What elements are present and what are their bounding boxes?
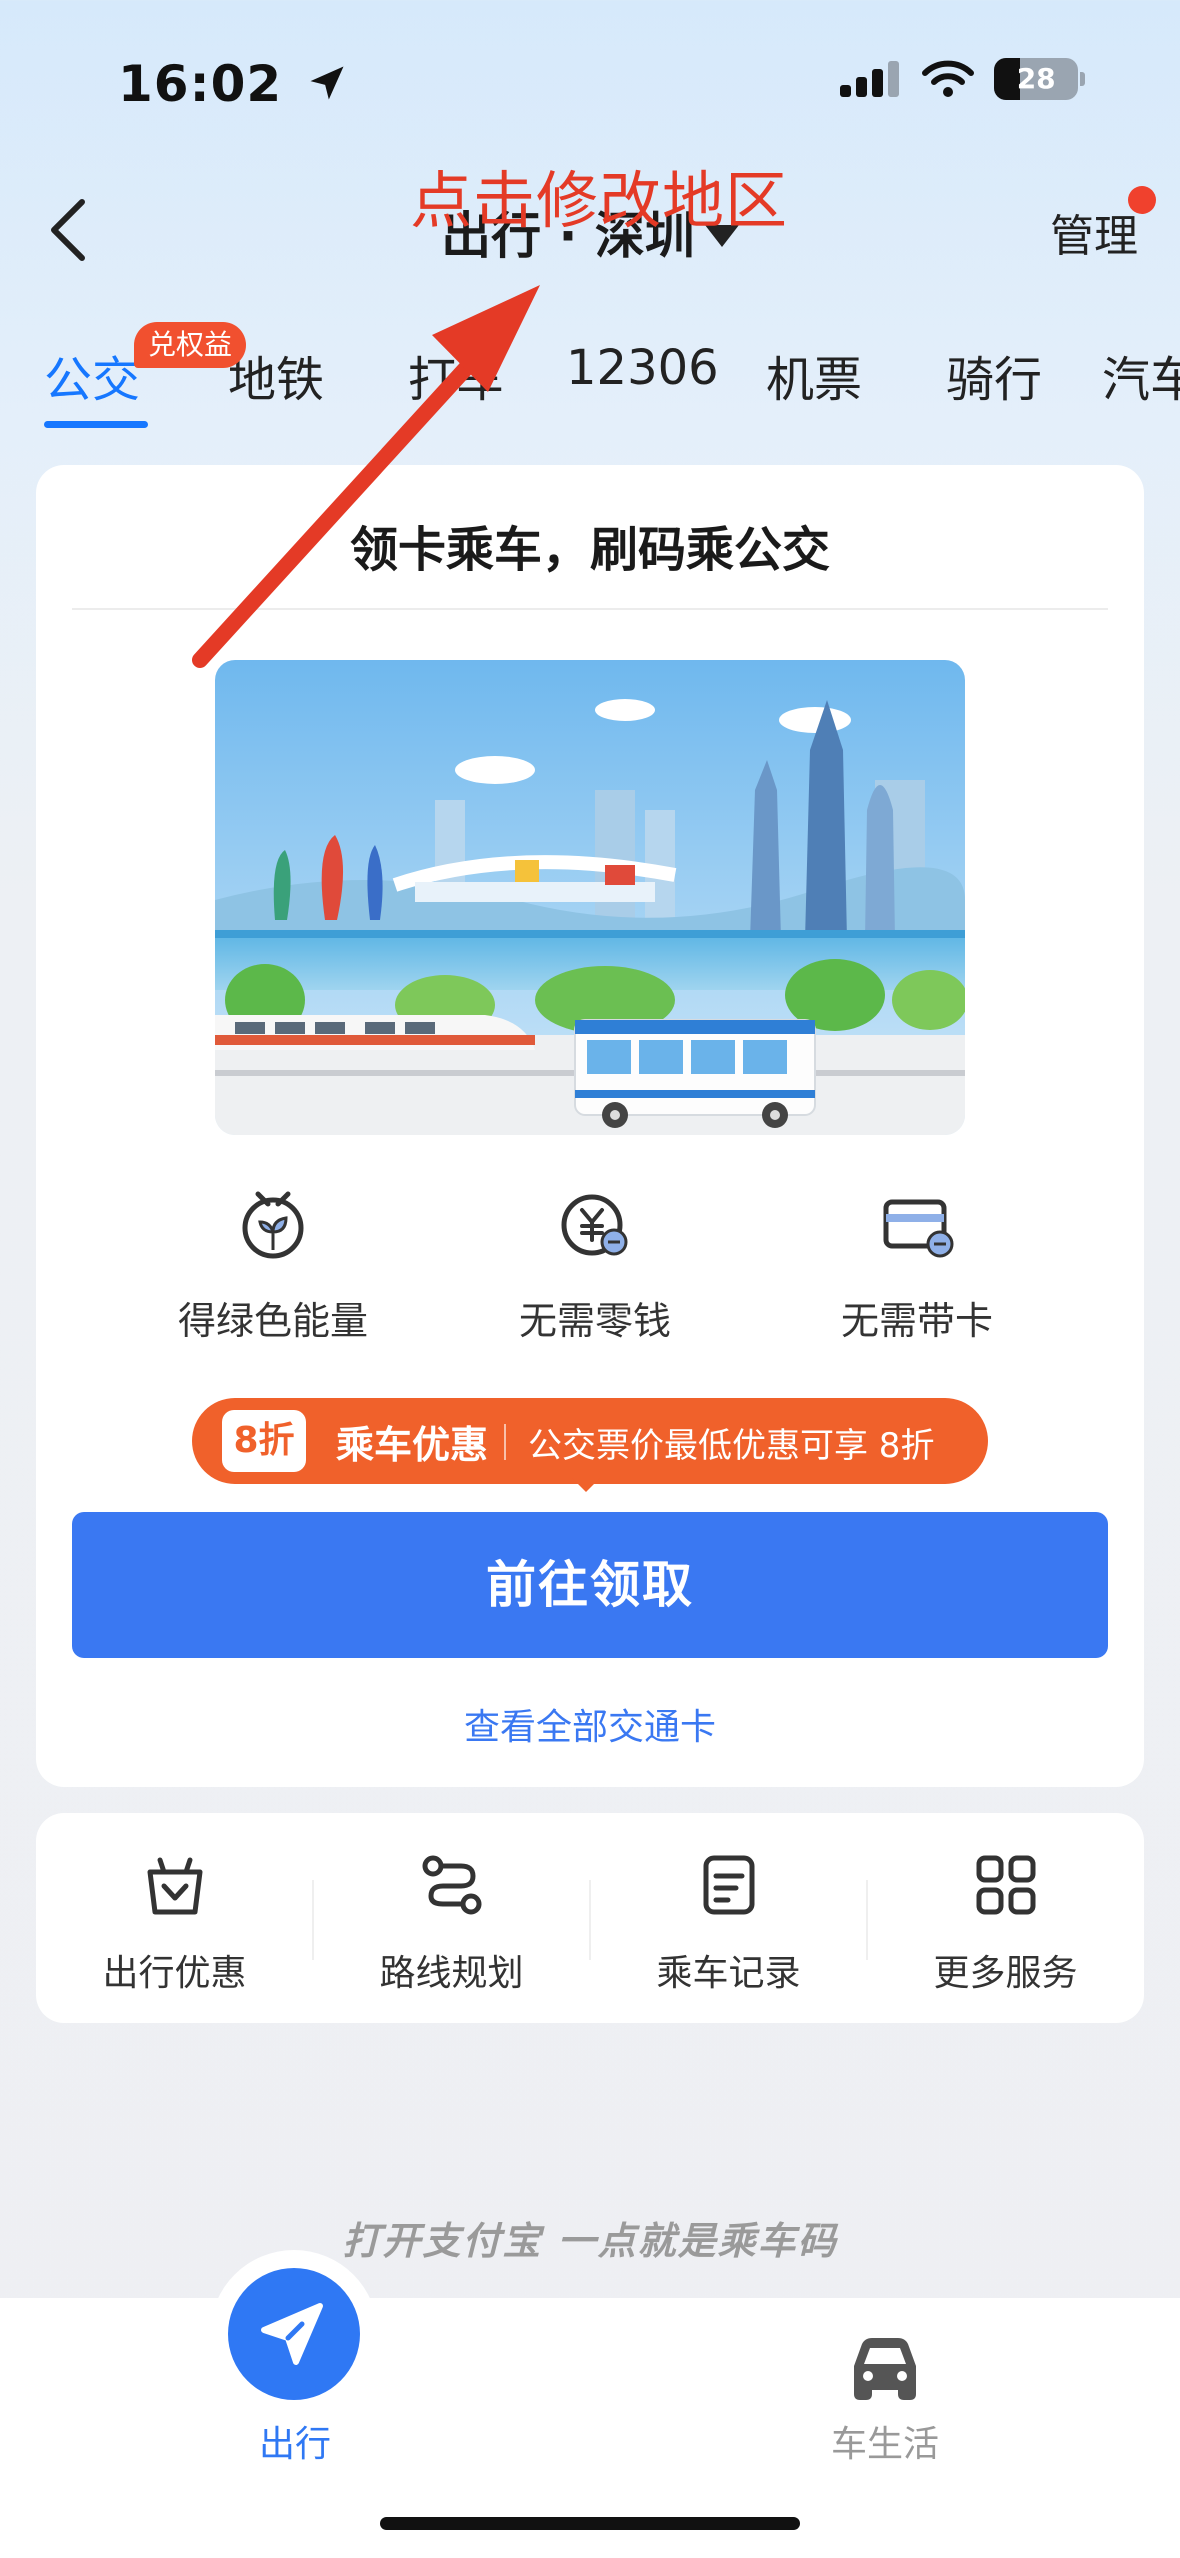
yuan-coin-icon — [561, 1194, 628, 1256]
feature-label: 无需零钱 — [518, 1299, 671, 1343]
promo-description: 公交票价最低优惠可享 8折 — [528, 1426, 935, 1466]
nav-travel-label[interactable]: 出行 — [230, 2415, 360, 2467]
green-energy-icon — [242, 1191, 304, 1259]
feature-label: 得绿色能量 — [177, 1299, 368, 1343]
location-arrow-icon — [310, 66, 344, 100]
annotation-label: 点击修改地区 — [410, 164, 789, 237]
service-label: 路线规划 — [379, 1953, 524, 1994]
nav-travel-button[interactable] — [228, 2268, 360, 2400]
notification-dot — [1128, 186, 1156, 214]
feature-no-change: 无需零钱 — [445, 1180, 745, 1345]
tab-taxi[interactable]: 打车 — [408, 340, 504, 410]
service-route-planning[interactable]: 路线规划 — [313, 1850, 590, 1996]
slogan: 打开支付宝 一点就是乘车码 — [342, 2219, 838, 2263]
feature-no-card: 无需带卡 — [767, 1180, 1067, 1345]
tab-flight[interactable]: 机票 — [766, 340, 862, 410]
active-tab-indicator — [44, 421, 148, 428]
promo-banner[interactable]: 8折 乘车优惠 公交票价最低优惠可享 8折 — [192, 1398, 988, 1484]
get-card-button[interactable]: 前往领取 — [72, 1512, 1108, 1658]
view-all-cards-link[interactable]: 查看全部交通卡 — [36, 1698, 1144, 1750]
nav-car-button[interactable] — [840, 2330, 930, 2410]
wifi-icon — [922, 60, 975, 97]
service-ride-records[interactable]: 乘车记录 — [590, 1850, 867, 1996]
promo-title: 乘车优惠 — [336, 1423, 489, 1467]
service-travel-deals[interactable]: 出行优惠 — [36, 1850, 313, 1996]
status-icons: 28 — [840, 58, 1180, 100]
route-icon — [422, 1855, 481, 1915]
service-more[interactable]: 更多服务 — [867, 1850, 1144, 1996]
nav-car-label[interactable]: 车生活 — [820, 2415, 950, 2467]
service-label: 乘车记录 — [656, 1953, 801, 1994]
record-doc-icon — [703, 1855, 754, 1915]
status-time: 16:02 — [118, 55, 349, 113]
card-divider — [72, 608, 1108, 610]
battery-icon: 28 — [994, 58, 1086, 100]
promo-pointer — [572, 1478, 600, 1492]
city-transit-illustration — [215, 660, 965, 1135]
gift-bag-icon — [147, 1857, 202, 1915]
battery-level: 28 — [1016, 62, 1056, 95]
manage-button[interactable]: 管理 — [1050, 200, 1138, 264]
service-label: 出行优惠 — [102, 1953, 247, 1994]
tab-badge: 兑权益 — [134, 322, 247, 368]
feature-green-energy: 得绿色能量 — [123, 1180, 423, 1345]
tab-bus[interactable]: 公交 — [44, 340, 140, 410]
paper-plane-icon — [261, 2303, 323, 2365]
card-icon — [883, 1199, 954, 1258]
service-label: 更多服务 — [933, 1953, 1078, 1994]
signal-icon — [840, 61, 899, 97]
grid-icon — [976, 1855, 1035, 1915]
home-indicator — [380, 2517, 800, 2530]
tab-12306[interactable]: 12306 — [566, 340, 719, 396]
card-title: 领卡乘车，刷码乘公交 — [349, 522, 830, 578]
promo-separator — [504, 1424, 506, 1460]
tab-cycling[interactable]: 骑行 — [946, 340, 1042, 410]
discount-badge: 8折 — [222, 1410, 306, 1472]
feature-label: 无需带卡 — [840, 1299, 993, 1343]
tab-coach[interactable]: 汽车 — [1102, 340, 1180, 410]
car-icon — [854, 2338, 916, 2400]
